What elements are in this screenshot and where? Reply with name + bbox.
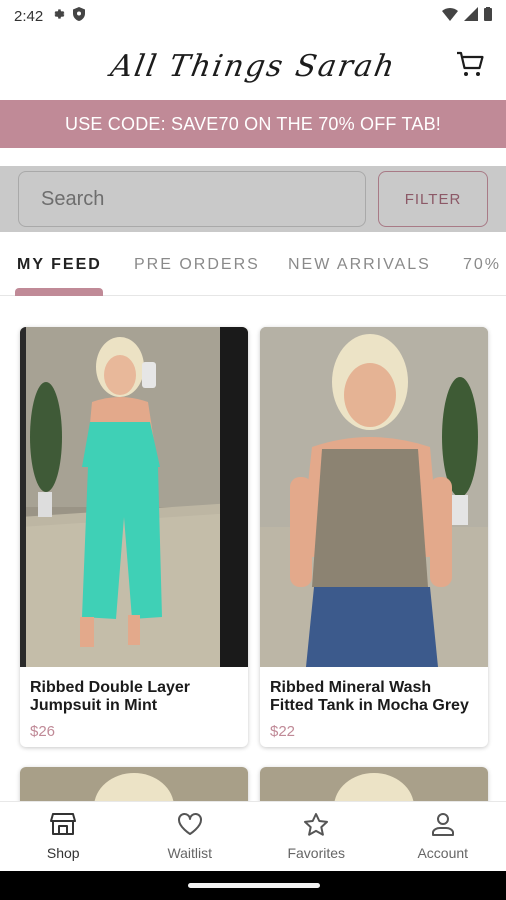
tab-new-arrivals[interactable]: NEW ARRIVALS bbox=[288, 256, 431, 274]
nav-favorites[interactable]: Favorites bbox=[253, 802, 380, 871]
active-tab-indicator bbox=[15, 288, 103, 296]
product-price: $26 bbox=[30, 723, 56, 740]
category-tabs: MY FEED PRE ORDERS NEW ARRIVALS 70% O bbox=[0, 234, 506, 296]
product-image[interactable] bbox=[20, 327, 248, 667]
tab-my-feed[interactable]: MY FEED bbox=[17, 256, 102, 274]
nav-shop-label: Shop bbox=[46, 845, 80, 861]
nav-waitlist-label: Waitlist bbox=[167, 845, 213, 861]
product-image[interactable] bbox=[20, 767, 248, 801]
promo-banner[interactable]: USE CODE: SAVE70 ON THE 70% OFF TAB! bbox=[0, 100, 506, 148]
wifi-icon bbox=[442, 7, 458, 25]
product-card[interactable]: Ribbed Mineral Wash Fitted Tank in Mocha… bbox=[260, 327, 488, 747]
product-image[interactable] bbox=[260, 327, 488, 667]
status-time: 2:42 bbox=[14, 7, 44, 25]
person-icon bbox=[430, 812, 456, 839]
signal-icon bbox=[464, 7, 478, 25]
heart-icon bbox=[177, 812, 203, 839]
product-grid: Ribbed Double Layer Jumpsuit in Mint $26 bbox=[0, 296, 506, 801]
nav-waitlist[interactable]: Waitlist bbox=[127, 802, 254, 871]
star-icon bbox=[303, 812, 329, 839]
app-header: All Things Sarah bbox=[0, 32, 506, 100]
settings-gear-icon bbox=[51, 7, 65, 25]
home-gesture-handle[interactable] bbox=[188, 883, 320, 888]
product-price: $22 bbox=[270, 723, 296, 740]
system-gesture-bar bbox=[0, 871, 506, 900]
cart-icon bbox=[455, 50, 485, 83]
nav-account[interactable]: Account bbox=[380, 802, 506, 871]
search-input[interactable] bbox=[18, 171, 366, 227]
product-card[interactable] bbox=[260, 767, 488, 801]
product-name[interactable]: Ribbed Mineral Wash Fitted Tank in Mocha… bbox=[270, 679, 478, 715]
tab-70-off[interactable]: 70% O bbox=[463, 256, 506, 274]
product-name[interactable]: Ribbed Double Layer Jumpsuit in Mint bbox=[30, 679, 238, 715]
nav-account-label: Account bbox=[417, 845, 469, 861]
cart-button[interactable] bbox=[454, 50, 486, 82]
tab-pre-orders[interactable]: PRE ORDERS bbox=[134, 256, 260, 274]
product-image[interactable] bbox=[260, 767, 488, 801]
store-logo[interactable]: All Things Sarah bbox=[108, 49, 399, 84]
product-card[interactable]: Ribbed Double Layer Jumpsuit in Mint $26 bbox=[20, 327, 248, 747]
search-bar-area: FILTER bbox=[0, 166, 506, 232]
status-bar: 2:42 bbox=[0, 0, 506, 32]
shield-icon bbox=[73, 7, 86, 25]
shop-icon bbox=[50, 812, 77, 839]
filter-button[interactable]: FILTER bbox=[378, 171, 488, 227]
product-card[interactable] bbox=[20, 767, 248, 801]
bottom-navigation: Shop Waitlist Favorites Account bbox=[0, 801, 506, 871]
promo-text: USE CODE: SAVE70 ON THE 70% OFF TAB! bbox=[65, 113, 441, 134]
nav-shop[interactable]: Shop bbox=[0, 802, 127, 871]
nav-favorites-label: Favorites bbox=[287, 845, 346, 861]
battery-icon bbox=[484, 7, 492, 25]
